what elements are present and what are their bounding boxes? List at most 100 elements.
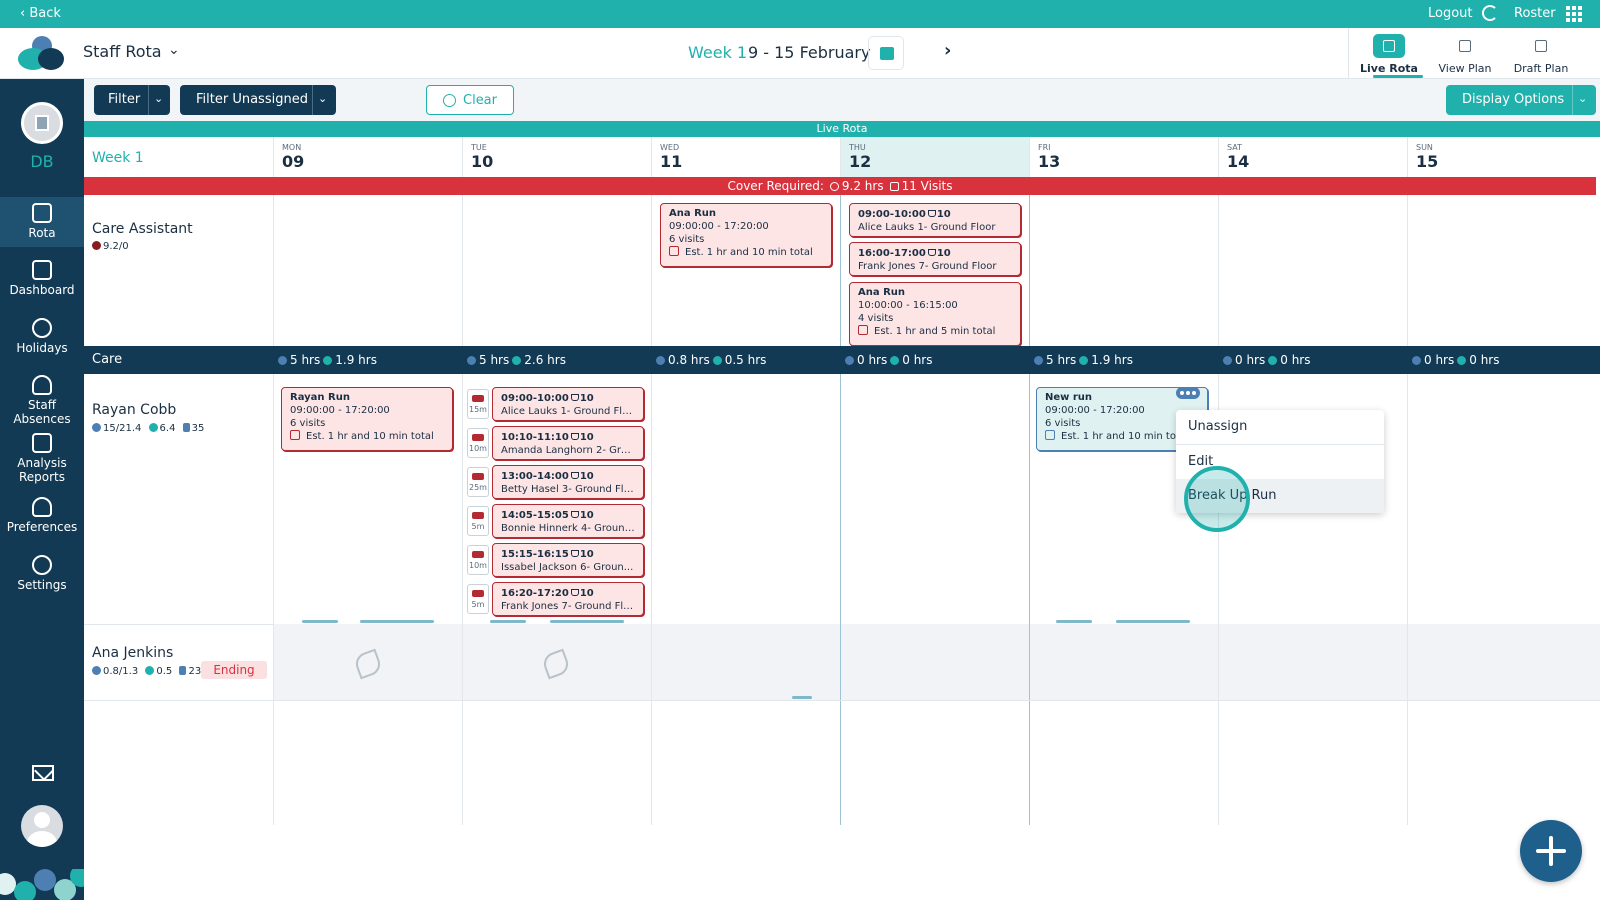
travel-hours: 0 hrs xyxy=(902,353,933,367)
staff-name[interactable]: Rayan Cobb xyxy=(92,402,176,418)
calendar-check-icon xyxy=(1373,34,1405,58)
week-label: Week 1 xyxy=(688,43,748,62)
menu-item-unassign[interactable]: Unassign xyxy=(1176,410,1384,444)
cover-required-label: Cover Required: xyxy=(727,179,824,193)
clock-icon xyxy=(92,241,101,250)
sidebar-item-label: Holidays xyxy=(16,341,68,355)
logout-link[interactable]: Logout xyxy=(1428,6,1473,21)
calendar-icon xyxy=(880,47,894,60)
tab-draft-plan[interactable]: Draft Plan xyxy=(1505,28,1577,78)
staff-travel: 6.4 xyxy=(159,423,176,434)
sidebar-item-preferences[interactable]: Preferences xyxy=(0,491,84,541)
visit-card[interactable]: 16:00-17:00 10 Frank Jones 7- Ground Floo… xyxy=(849,242,1021,276)
app-title[interactable]: Staff Rota xyxy=(83,42,162,61)
live-rota-banner: Live Rota xyxy=(84,121,1600,137)
visits-icon xyxy=(182,423,190,432)
travel-time-badge: 5m xyxy=(467,506,489,536)
staff-hours: 0.8/1.3 xyxy=(103,666,139,677)
sidebar-item-holidays[interactable]: Holidays xyxy=(0,312,84,362)
staff-hours: 15/21.4 xyxy=(103,423,142,434)
day-name: WED xyxy=(660,143,680,152)
run-time: 10:00:00 - 16:15:00 xyxy=(858,300,958,311)
more-options-icon[interactable] xyxy=(1176,387,1200,399)
sidebar-item-label: Analysis Reports xyxy=(17,456,67,484)
user-avatar[interactable] xyxy=(21,805,63,847)
sidebar-item-analysis-reports[interactable]: Analysis Reports xyxy=(0,427,84,485)
filter-button[interactable]: Filter ⌄ xyxy=(94,85,170,115)
day-header-mon: MON 09 xyxy=(273,137,462,177)
app-logo xyxy=(18,36,66,72)
chevron-down-icon[interactable]: ⌄ xyxy=(318,92,327,105)
filter-unassigned-button[interactable]: Filter Unassigned ⌄ xyxy=(180,85,336,115)
scroll-indicator xyxy=(490,620,526,623)
sidebar-item-dashboard[interactable]: Dashboard xyxy=(0,254,84,304)
visits-icon xyxy=(889,182,899,191)
day-header-sun: SUN 15 xyxy=(1407,137,1596,177)
cup-icon xyxy=(570,550,579,557)
back-link[interactable]: ‹ Back xyxy=(20,6,61,21)
organisation-avatar[interactable] xyxy=(21,102,63,144)
chevron-down-icon[interactable]: ⌄ xyxy=(1578,92,1587,105)
sidebar-item-label: Dashboard xyxy=(9,283,75,297)
run-title: Ana Run xyxy=(858,287,906,298)
visit-client: Bonnie Hinnerk 4- Ground ... xyxy=(501,523,635,534)
staff-travel: 0.5 xyxy=(156,666,173,677)
sidebar-item-staff-absences[interactable]: Staff Absences xyxy=(0,369,84,426)
travel-hours: 0 hrs xyxy=(1280,353,1311,367)
chevron-down-icon[interactable]: ⌄ xyxy=(154,92,163,105)
visit-client: Alice Lauks 1- Ground Floor xyxy=(501,406,635,417)
scheduled-hours: 0.8 hrs xyxy=(668,353,710,367)
visit-card[interactable]: 10:10-11:10 10 Amanda Langhorn 2- Gro... xyxy=(492,426,644,460)
cover-required-bar[interactable]: Cover Required: 9.2 hrs 11 Visits xyxy=(84,177,1596,195)
group-header-care: Care 5 hrs 1.9 hrs 5 hrs 2.6 hrs 0.8 hrs 0.… xyxy=(84,346,1600,374)
visit-client: Alice Lauks 1- Ground Floor xyxy=(858,222,996,233)
sidebar-item-label: Preferences xyxy=(6,520,78,534)
day-date: 15 xyxy=(1416,152,1439,171)
day-name: MON xyxy=(282,143,302,152)
tab-view-plan[interactable]: View Plan xyxy=(1429,28,1501,78)
sidebar-item-settings[interactable]: Settings xyxy=(0,549,84,599)
visit-card[interactable]: 16:20-17:20 10 Frank Jones 7- Ground Flo..… xyxy=(492,582,644,616)
visit-client: Frank Jones 7- Ground Flo... xyxy=(501,601,635,612)
visit-client: Betty Hasel 3- Ground Floor xyxy=(501,484,635,495)
roster-link[interactable]: Roster xyxy=(1514,6,1556,21)
mail-icon[interactable] xyxy=(32,765,54,781)
day-header-thu: THU 12 xyxy=(840,137,1029,177)
group-day-stats: 0.8 hrs 0.5 hrs xyxy=(653,353,766,367)
chevron-down-icon[interactable]: ⌄ xyxy=(168,42,180,58)
visit-card[interactable]: 09:00-10:00 10 Alice Lauks 1- Ground Floo… xyxy=(849,203,1021,237)
day-name: FRI xyxy=(1038,143,1051,152)
day-date: 12 xyxy=(849,152,872,171)
scheduled-hours: 5 hrs xyxy=(290,353,321,367)
visit-card[interactable]: 09:00-10:00 10 Alice Lauks 1- Ground Floor xyxy=(492,387,644,421)
day-header-wed: WED 11 xyxy=(651,137,840,177)
clear-button[interactable]: Clear xyxy=(426,85,514,115)
calendar-button[interactable] xyxy=(868,36,904,70)
travel-minutes: 10m xyxy=(469,444,487,453)
role-hours: 9.2/0 xyxy=(103,241,129,252)
apps-grid-icon[interactable] xyxy=(1566,6,1582,22)
run-card-ana-wed[interactable]: Ana Run 09:00:00 - 17:20:00 6 visits Est… xyxy=(660,203,832,267)
sidebar-item-rota[interactable]: Rota xyxy=(0,197,84,247)
run-card-ana-thu[interactable]: Ana Run 10:00:00 - 16:15:00 4 visits Est… xyxy=(849,282,1021,346)
travel-time-badge: 15m xyxy=(467,389,489,419)
display-options-button[interactable]: Display Options ⌄ xyxy=(1446,85,1596,115)
run-estimate: Est. 1 hr and 10 min total xyxy=(290,430,444,443)
logout-icon[interactable] xyxy=(1482,5,1498,21)
pencil-icon xyxy=(1525,34,1557,58)
day-name: THU xyxy=(849,143,866,152)
calendar-check-icon xyxy=(32,203,52,223)
run-time: 09:00:00 - 17:20:00 xyxy=(669,221,769,232)
run-card-rayan-mon[interactable]: Rayan Run 09:00:00 - 17:20:00 6 visits E… xyxy=(281,387,453,451)
display-options-label: Display Options xyxy=(1462,92,1565,107)
travel-icon xyxy=(145,666,155,675)
staff-name[interactable]: Ana Jenkins xyxy=(92,645,173,661)
visit-card[interactable]: 15:15-16:15 10 Issabel Jackson 6- Groun... xyxy=(492,543,644,577)
next-week-chevron-icon[interactable]: › xyxy=(944,40,951,61)
tab-live-rota[interactable]: Live Rota xyxy=(1353,28,1425,78)
visit-card[interactable]: 13:00-14:00 10 Betty Hasel 3- Ground Floor xyxy=(492,465,644,499)
tab-label: Live Rota xyxy=(1360,62,1418,75)
visit-card[interactable]: 14:05-15:05 10 Bonnie Hinnerk 4- Ground ..… xyxy=(492,504,644,538)
visit-time: 15:15-16:15 xyxy=(501,549,569,560)
add-button[interactable] xyxy=(1520,820,1582,882)
